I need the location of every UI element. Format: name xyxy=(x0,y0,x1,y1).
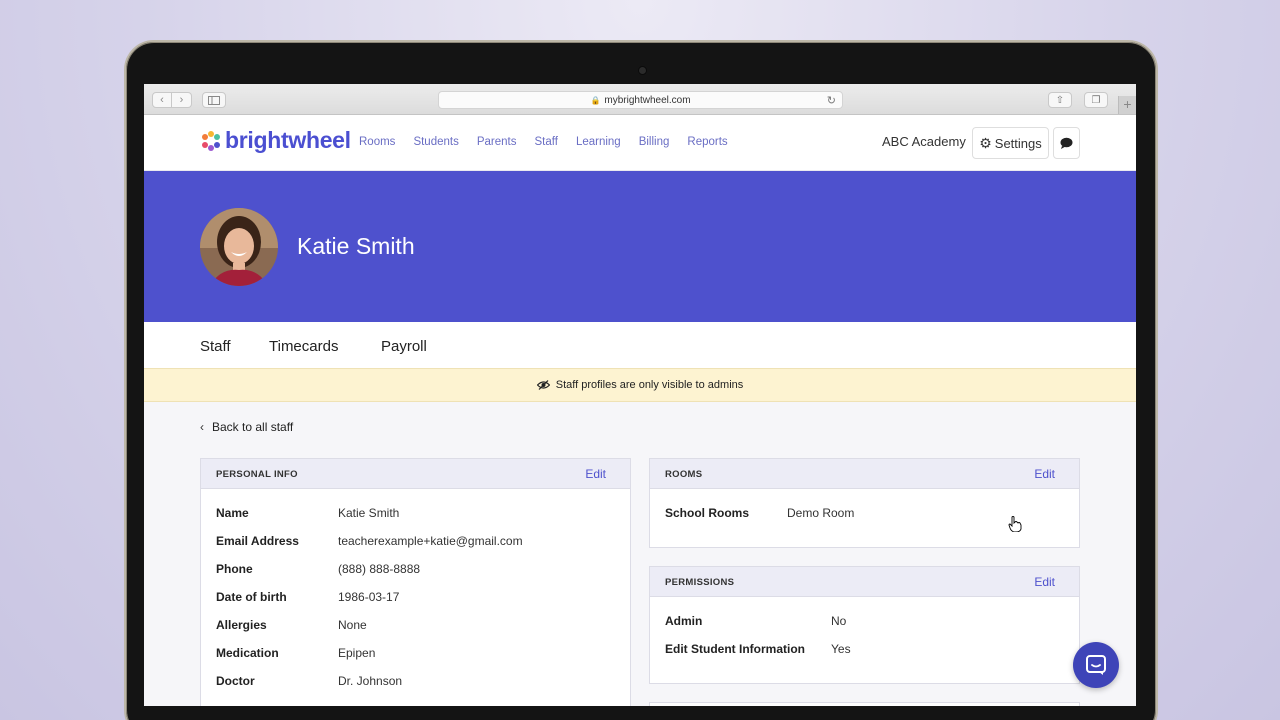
field-value: teacherexample+katie@gmail.com xyxy=(338,534,523,548)
app-header: brightwheel Rooms Students Parents Staff… xyxy=(144,115,1136,171)
nav-billing[interactable]: Billing xyxy=(639,136,670,148)
hand-pointer-icon xyxy=(1008,516,1022,532)
tab-timecards[interactable]: Timecards xyxy=(269,338,338,355)
profile-name: Katie Smith xyxy=(297,233,415,259)
info-row: Admin No xyxy=(665,614,846,628)
history-buttons: ‹ › xyxy=(152,92,192,108)
field-label: Phone xyxy=(216,562,253,576)
brightwheel-logo[interactable]: brightwheel xyxy=(200,127,351,154)
address-bar[interactable]: 🔒 mybrightwheel.com ↻ xyxy=(438,91,843,109)
nav-staff[interactable]: Staff xyxy=(534,136,557,148)
field-value: 1986-03-17 xyxy=(338,590,400,604)
gear-icon: ⚙ xyxy=(979,134,992,151)
field-value: No xyxy=(831,614,847,628)
logo-text: brightwheel xyxy=(225,127,351,153)
field-label: School Rooms xyxy=(665,506,750,520)
card-header: ROOMS Edit xyxy=(650,459,1079,489)
avatar xyxy=(200,208,278,286)
field-label: Date of birth xyxy=(216,590,287,604)
main-content: ‹ Back to all staff PERSONAL INFO Edit N… xyxy=(144,402,1136,706)
main-nav: Rooms Students Parents Staff Learning Bi… xyxy=(359,136,746,148)
tab-payroll[interactable]: Payroll xyxy=(381,338,427,355)
field-value: Katie Smith xyxy=(338,506,400,520)
edit-permissions-button[interactable]: Edit xyxy=(1034,575,1055,589)
tab-staff[interactable]: Staff xyxy=(200,338,231,355)
edit-rooms-button[interactable]: Edit xyxy=(1034,467,1055,481)
info-row: Medication Epipen xyxy=(216,646,375,660)
field-label: Email Address xyxy=(216,534,299,548)
rooms-card: ROOMS Edit School Rooms Demo Room xyxy=(649,458,1080,548)
messages-button[interactable] xyxy=(1053,127,1080,159)
notice-text: Staff profiles are only visible to admin… xyxy=(555,379,744,391)
field-label: Name xyxy=(216,506,249,520)
room-link[interactable]: Demo Room xyxy=(787,506,854,520)
school-name[interactable]: ABC Academy xyxy=(882,134,966,149)
card-title: ROOMS xyxy=(665,469,703,480)
browser-toolbar: ‹ › 🔒 mybrightwheel.com ↻ ⇧ ❐ + xyxy=(144,84,1136,115)
card-header: PERMISSIONS Edit xyxy=(650,567,1079,597)
logo-pinwheel-icon xyxy=(202,130,220,151)
field-label: Medication xyxy=(216,646,279,660)
nav-rooms[interactable]: Rooms xyxy=(359,136,395,148)
admin-notice-banner: Staff profiles are only visible to admin… xyxy=(144,368,1136,402)
back-to-staff-link[interactable]: ‹ Back to all staff xyxy=(200,420,293,434)
permissions-card: PERMISSIONS Edit Admin No Edit Student I… xyxy=(649,566,1080,684)
new-tab-icon[interactable]: + xyxy=(1118,96,1136,114)
chat-bubble-icon xyxy=(1060,137,1073,149)
field-label: Allergies xyxy=(216,618,267,632)
info-row: Name Katie Smith xyxy=(216,506,399,520)
field-value: Dr. Johnson xyxy=(338,674,403,688)
edit-personal-info-button[interactable]: Edit xyxy=(585,467,606,481)
info-row: Edit Student Information Yes xyxy=(665,642,851,656)
nav-students[interactable]: Students xyxy=(413,136,458,148)
info-row: Doctor Dr. Johnson xyxy=(216,674,402,688)
chevron-left-icon[interactable]: ‹ xyxy=(152,92,172,108)
personal-info-card: PERSONAL INFO Edit Name Katie Smith Emai… xyxy=(200,458,631,706)
field-value: None xyxy=(338,618,367,632)
card-header: PERSONAL INFO Edit xyxy=(201,459,630,489)
url-text: mybrightwheel.com xyxy=(604,94,691,106)
profile-hero: Katie Smith xyxy=(144,171,1136,322)
share-icon[interactable]: ⇧ xyxy=(1048,92,1072,108)
info-row: Date of birth 1986-03-17 xyxy=(216,590,399,604)
screen: ‹ › 🔒 mybrightwheel.com ↻ ⇧ ❐ + brightwh… xyxy=(144,84,1136,706)
reload-icon[interactable]: ↻ xyxy=(827,94,836,107)
field-value: (888) 888-8888 xyxy=(338,562,421,576)
field-value: Epipen xyxy=(338,646,376,660)
info-row: School Rooms Demo Room xyxy=(665,506,854,520)
info-row: Phone (888) 888-8888 xyxy=(216,562,420,576)
nav-learning[interactable]: Learning xyxy=(576,136,621,148)
field-label: Doctor xyxy=(216,674,255,688)
settings-button[interactable]: ⚙ Settings xyxy=(972,127,1049,159)
chat-icon xyxy=(1086,655,1106,675)
field-label: Admin xyxy=(665,614,703,628)
card-title: PERMISSIONS xyxy=(665,577,735,588)
next-card-edge xyxy=(649,702,1080,706)
card-title: PERSONAL INFO xyxy=(216,469,298,480)
lock-icon: 🔒 xyxy=(590,95,601,105)
nav-reports[interactable]: Reports xyxy=(687,136,727,148)
tab-overview-icon[interactable]: ❐ xyxy=(1084,92,1108,108)
eye-slash-icon xyxy=(536,380,550,390)
profile-tabs: Staff Timecards Payroll xyxy=(144,322,1136,368)
info-row: Allergies None xyxy=(216,618,367,632)
chevron-right-icon[interactable]: › xyxy=(172,92,192,108)
field-label: Edit Student Information xyxy=(665,642,805,656)
sidebar-toggle-icon[interactable] xyxy=(202,92,226,108)
nav-parents[interactable]: Parents xyxy=(477,136,517,148)
field-value: Yes xyxy=(831,642,851,656)
settings-label: Settings xyxy=(994,135,1042,151)
back-link-label: Back to all staff xyxy=(212,420,294,434)
help-chat-button[interactable] xyxy=(1073,642,1119,688)
info-row: Email Address teacherexample+katie@gmail… xyxy=(216,534,523,548)
chevron-left-icon: ‹ xyxy=(200,420,204,434)
camera-dot xyxy=(639,67,646,74)
